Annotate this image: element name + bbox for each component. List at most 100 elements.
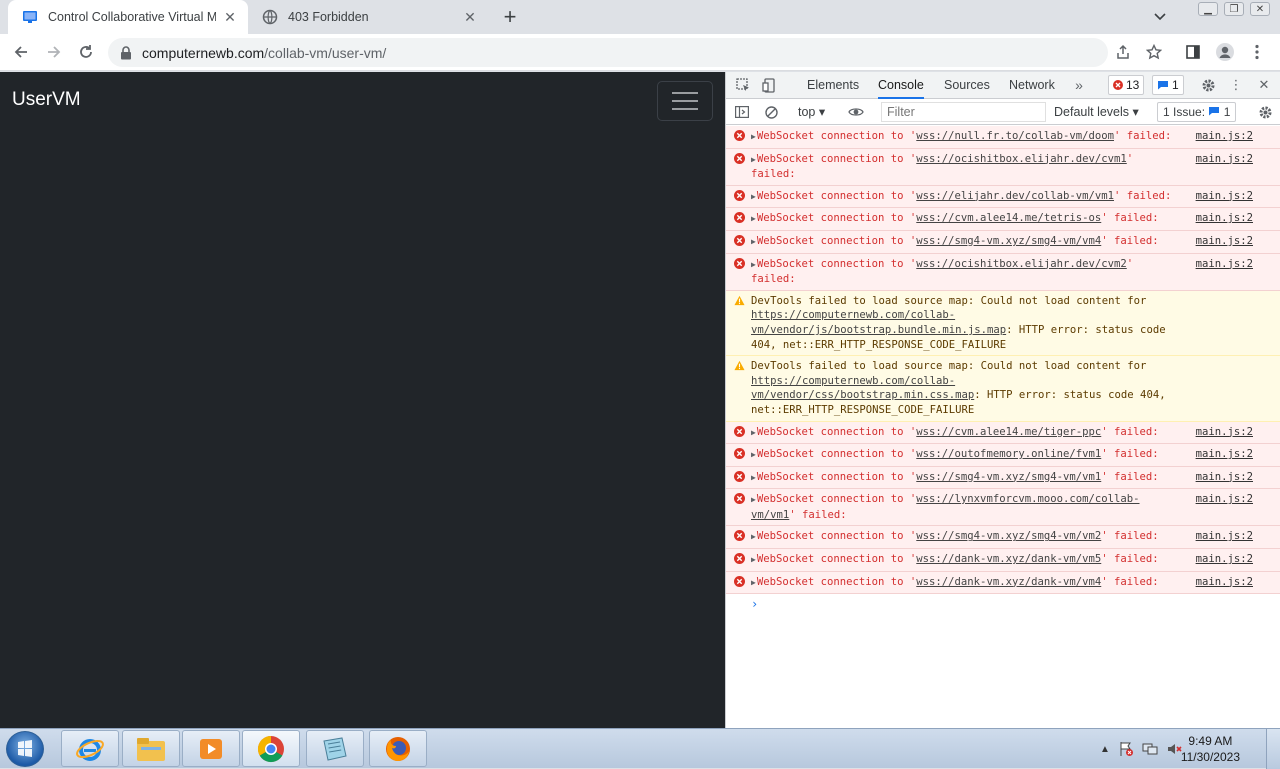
console-prompt-input[interactable]: ›: [726, 594, 1280, 614]
taskbar-firefox[interactable]: [369, 730, 427, 767]
message-url-link[interactable]: wss://ocishitbox.elijahr.dev/cvm1: [916, 153, 1126, 165]
start-button[interactable]: [6, 731, 44, 767]
show-hidden-icons-chevron-icon[interactable]: ▲: [1100, 744, 1110, 755]
restore-button[interactable]: ❐: [1224, 2, 1244, 16]
source-location-link[interactable]: main.js:2: [1196, 425, 1253, 440]
message-url-link[interactable]: https://computernewb.com/collab-vm/vendo…: [751, 309, 1006, 336]
sidebar-toggle-icon[interactable]: [733, 103, 751, 121]
source-location-link[interactable]: main.js:2: [1196, 234, 1253, 249]
taskbar-notepad[interactable]: [306, 730, 364, 767]
devtools-tab-elements[interactable]: Elements: [807, 72, 859, 99]
tab-search-icon[interactable]: [1150, 7, 1170, 27]
source-location-link[interactable]: main.js:2: [1196, 152, 1253, 167]
console-error-message[interactable]: ▶WebSocket connection to 'wss://outofmem…: [726, 444, 1280, 467]
expand-triangle-icon[interactable]: ▶: [751, 495, 756, 504]
message-url-link[interactable]: wss://cvm.alee14.me/tetris-os: [916, 212, 1101, 224]
taskbar-media-player[interactable]: [182, 730, 240, 767]
expand-triangle-icon[interactable]: ▶: [751, 473, 756, 482]
expand-triangle-icon[interactable]: ▶: [751, 428, 756, 437]
console-error-message[interactable]: ▶WebSocket connection to 'wss://dank-vm.…: [726, 571, 1280, 595]
message-url-link[interactable]: wss://dank-vm.xyz/dank-vm/vm4: [916, 576, 1101, 588]
message-url-link[interactable]: wss://ocishitbox.elijahr.dev/cvm2: [916, 258, 1126, 270]
expand-triangle-icon[interactable]: ▶: [751, 555, 756, 564]
expand-triangle-icon[interactable]: ▶: [751, 237, 756, 246]
source-location-link[interactable]: main.js:2: [1196, 189, 1253, 204]
browser-tab-403[interactable]: 403 Forbidden ✕: [248, 0, 488, 34]
devtools-tab-sources[interactable]: Sources: [944, 72, 990, 99]
source-location-link[interactable]: main.js:2: [1196, 129, 1253, 144]
back-arrow-icon[interactable]: [10, 41, 32, 63]
source-location-link[interactable]: main.js:2: [1196, 211, 1253, 226]
action-center-flag-icon[interactable]: [1118, 741, 1134, 757]
expand-triangle-icon[interactable]: ▶: [751, 450, 756, 459]
console-error-message[interactable]: ▶WebSocket connection to 'wss://null.fr.…: [726, 126, 1280, 149]
close-window-button[interactable]: ✕: [1250, 2, 1270, 16]
close-tab-icon[interactable]: ✕: [222, 9, 238, 25]
clear-console-icon[interactable]: [762, 103, 780, 121]
console-error-message[interactable]: ▶WebSocket connection to 'wss://smg4-vm.…: [726, 466, 1280, 490]
source-location-link[interactable]: main.js:2: [1196, 492, 1253, 507]
context-selector[interactable]: top ▾: [798, 99, 825, 125]
message-url-link[interactable]: https://computernewb.com/collab-vm/vendo…: [751, 375, 974, 402]
expand-triangle-icon[interactable]: ▶: [751, 532, 756, 541]
reload-icon[interactable]: [75, 41, 97, 63]
console-settings-gear-icon[interactable]: [1256, 103, 1274, 121]
devtools-tab-network[interactable]: Network: [1009, 72, 1055, 99]
console-warning-message[interactable]: DevTools failed to load source map: Coul…: [726, 356, 1280, 422]
message-url-link[interactable]: wss://dank-vm.xyz/dank-vm/vm5: [916, 553, 1101, 565]
taskbar-clock[interactable]: 9:49 AM 11/30/2023: [1181, 733, 1240, 765]
expand-triangle-icon[interactable]: ▶: [751, 192, 756, 201]
live-expression-eye-icon[interactable]: [847, 103, 865, 121]
console-warning-message[interactable]: DevTools failed to load source map: Coul…: [726, 290, 1280, 357]
browser-tab-collab-vm[interactable]: Control Collaborative Virtual Ma ✕: [8, 0, 248, 34]
log-levels-dropdown[interactable]: Default levels ▾: [1054, 99, 1139, 125]
browser-menu-icon[interactable]: [1246, 41, 1268, 63]
profile-avatar-icon[interactable]: [1214, 41, 1236, 63]
console-error-message[interactable]: ▶WebSocket connection to 'wss://smg4-vm.…: [726, 230, 1280, 254]
taskbar-internet-explorer[interactable]: [61, 730, 119, 767]
message-url-link[interactable]: wss://cvm.alee14.me/tiger-ppc: [916, 426, 1101, 438]
inspect-element-icon[interactable]: [734, 76, 752, 94]
navbar-toggle-button[interactable]: [657, 81, 713, 121]
expand-triangle-icon[interactable]: ▶: [751, 578, 756, 587]
taskbar-chrome[interactable]: [242, 730, 300, 767]
source-location-link[interactable]: main.js:2: [1196, 257, 1253, 272]
message-url-link[interactable]: wss://null.fr.to/collab-vm/doom: [916, 130, 1114, 142]
console-error-message[interactable]: ▶WebSocket connection to 'wss://dank-vm.…: [726, 549, 1280, 572]
taskbar-file-explorer[interactable]: [122, 730, 180, 767]
lock-icon[interactable]: [120, 45, 132, 60]
side-panel-icon[interactable]: [1182, 41, 1204, 63]
expand-triangle-icon[interactable]: ▶: [751, 214, 756, 223]
message-url-link[interactable]: wss://outofmemory.online/fvm1: [916, 448, 1101, 460]
message-url-link[interactable]: wss://smg4-vm.xyz/smg4-vm/vm1: [916, 471, 1101, 483]
address-bar[interactable]: computernewb.com/collab-vm/user-vm/: [108, 38, 1108, 67]
message-url-link[interactable]: wss://smg4-vm.xyz/smg4-vm/vm2: [916, 530, 1101, 542]
issues-button[interactable]: 1 Issue: 1: [1157, 102, 1237, 122]
console-error-message[interactable]: ▶WebSocket connection to 'wss://ocishitb…: [726, 253, 1280, 291]
console-error-message[interactable]: ▶WebSocket connection to 'wss://cvm.alee…: [726, 421, 1280, 445]
more-tabs-chevron-icon[interactable]: »: [1070, 76, 1088, 94]
source-location-link[interactable]: main.js:2: [1196, 552, 1253, 567]
message-url-link[interactable]: wss://elijahr.dev/collab-vm/vm1: [916, 190, 1114, 202]
navbar-brand[interactable]: UserVM: [12, 89, 81, 111]
error-count-badge[interactable]: 13: [1108, 75, 1145, 95]
source-location-link[interactable]: main.js:2: [1196, 470, 1253, 485]
expand-triangle-icon[interactable]: ▶: [751, 260, 756, 269]
show-desktop-button[interactable]: [1266, 729, 1280, 769]
close-devtools-icon[interactable]: ✕: [1255, 76, 1273, 94]
message-url-link[interactable]: wss://smg4-vm.xyz/smg4-vm/vm4: [916, 235, 1101, 247]
message-count-badge[interactable]: 1: [1152, 75, 1184, 95]
settings-gear-icon[interactable]: [1199, 76, 1217, 94]
bookmark-star-icon[interactable]: [1143, 41, 1165, 63]
new-tab-button[interactable]: +: [498, 4, 522, 29]
close-tab-icon[interactable]: ✕: [462, 9, 478, 25]
expand-triangle-icon[interactable]: ▶: [751, 155, 756, 164]
source-location-link[interactable]: main.js:2: [1196, 529, 1253, 544]
expand-triangle-icon[interactable]: ▶: [751, 132, 756, 141]
devtools-menu-icon[interactable]: ⋮: [1227, 76, 1245, 94]
minimize-button[interactable]: ▁: [1198, 2, 1218, 16]
devtools-tab-console[interactable]: Console: [878, 72, 924, 99]
console-error-message[interactable]: ▶WebSocket connection to 'wss://smg4-vm.…: [726, 526, 1280, 550]
volume-muted-icon[interactable]: [1166, 741, 1182, 757]
share-icon[interactable]: [1112, 41, 1134, 63]
